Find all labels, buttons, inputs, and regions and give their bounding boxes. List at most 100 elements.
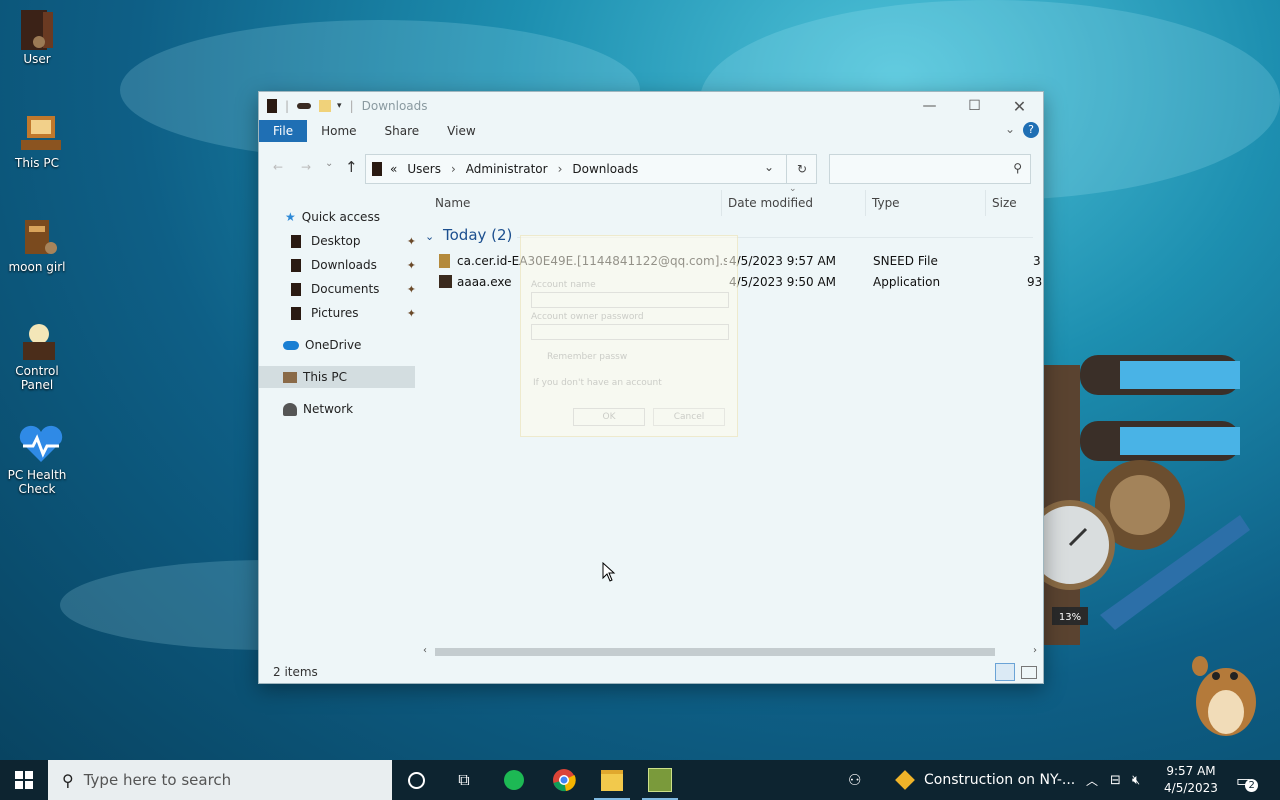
new-folder-icon[interactable] — [319, 100, 332, 112]
navigation-pane: ★ Quick access Desktop ✦ Downloads ✦ Doc… — [259, 198, 419, 653]
properties-icon[interactable] — [297, 103, 312, 109]
search-icon: ⚲ — [1013, 161, 1022, 175]
cloud-icon — [283, 340, 299, 350]
tab-home[interactable]: Home — [307, 120, 370, 142]
hamster-mascot[interactable] — [1186, 640, 1262, 740]
refresh-button[interactable]: ↻ — [786, 155, 817, 183]
window-app-icon — [267, 99, 277, 113]
sidebar-item-documents[interactable]: Documents ✦ — [291, 278, 416, 300]
desktop-icon-moon-girl[interactable]: moon girl — [4, 216, 70, 274]
windows-logo-icon — [15, 771, 33, 789]
action-center-button[interactable]: ▭ 2 — [1236, 760, 1259, 800]
start-button[interactable] — [0, 760, 48, 800]
group-header-label: Today (2) — [443, 226, 513, 244]
people-icon: ⚇ — [848, 771, 862, 789]
cortana-icon — [407, 771, 425, 789]
breadcrumb-downloads[interactable]: Downloads — [572, 162, 638, 176]
maximize-button[interactable]: ☐ — [952, 92, 997, 120]
horizontal-scrollbar[interactable]: ‹ › — [419, 645, 1043, 659]
sidebar-item-quick-access[interactable]: ★ Quick access — [285, 206, 380, 228]
expand-ribbon-icon[interactable]: ⌄ — [1005, 122, 1015, 136]
volume-status[interactable]: 🔇︎ — [1132, 760, 1140, 800]
network-status[interactable]: ⊟ — [1110, 760, 1121, 800]
pin-icon: ✦ — [406, 282, 416, 296]
customize-qat-icon[interactable]: ▾ — [337, 101, 342, 111]
breadcrumb-administrator[interactable]: Administrator — [466, 162, 548, 176]
computer-icon — [17, 112, 61, 152]
breadcrumb-separator-icon[interactable]: › — [451, 162, 456, 176]
people-button[interactable]: ⚇ — [848, 760, 861, 800]
sidebar-item-network[interactable]: Network — [283, 398, 353, 420]
title-bar[interactable]: | ▾ | Downloads — ☐ ✕ — [259, 92, 1043, 120]
lightbulb-icon — [17, 320, 57, 360]
computer-icon — [283, 371, 297, 383]
forward-button[interactable]: → — [301, 160, 311, 174]
task-view-button[interactable]: ⧉ — [440, 760, 488, 800]
large-icons-view-icon[interactable] — [1021, 666, 1037, 679]
address-bar[interactable]: « Users › Administrator › Downloads ⌄ ↻ — [365, 154, 817, 184]
sidebar-item-downloads[interactable]: Downloads ✦ — [291, 254, 416, 276]
desktop-icon-this-pc[interactable]: This PC — [4, 112, 70, 170]
star-icon: ★ — [285, 210, 296, 224]
window-title: Downloads — [361, 99, 428, 113]
breadcrumb-users[interactable]: Users — [407, 162, 441, 176]
folder-icon — [291, 282, 301, 296]
scroll-left-icon[interactable]: ‹ — [423, 645, 427, 656]
address-dropdown-icon[interactable]: ⌄ — [764, 160, 774, 174]
desktop-icon-label: User — [23, 52, 51, 66]
search-box[interactable]: ⚲ — [829, 154, 1031, 184]
file-date: 4/5/2023 9:57 AM — [729, 254, 837, 268]
taskbar-app-chrome[interactable] — [540, 760, 588, 800]
column-name[interactable]: Name — [429, 190, 719, 216]
chevron-up-icon: ︿ — [1086, 773, 1099, 788]
desktop-icon-user[interactable]: User — [4, 8, 70, 66]
desktop-icon-control-panel[interactable]: Control Panel — [4, 320, 70, 392]
sort-indicator-icon: ⌄ — [789, 184, 797, 194]
mouse-cursor-icon — [602, 562, 616, 582]
minimize-button[interactable]: — — [907, 92, 952, 120]
recent-locations-icon[interactable]: ⌄ — [325, 158, 333, 169]
column-type[interactable]: Type — [865, 190, 982, 216]
help-icon[interactable]: ? — [1023, 122, 1039, 138]
group-header-today[interactable]: ⌄ Today (2) — [425, 226, 512, 244]
news-widget[interactable]: Construction on NY-... — [895, 760, 1075, 800]
taskbar-search-box[interactable]: ⚲ Type here to search — [48, 760, 392, 800]
folder-icon — [291, 306, 301, 320]
column-size[interactable]: Size — [985, 190, 1042, 216]
scroll-right-icon[interactable]: › — [1033, 645, 1037, 656]
clock[interactable]: 9:57 AM 4/5/2023 — [1158, 760, 1224, 800]
folder-icon — [291, 234, 301, 248]
breadcrumb-overflow[interactable]: « — [390, 162, 397, 176]
chrome-icon — [553, 769, 576, 792]
search-input[interactable] — [830, 155, 1008, 183]
sidebar-item-desktop[interactable]: Desktop ✦ — [291, 230, 416, 252]
steampunk-gadget[interactable]: 13% — [1025, 345, 1260, 645]
taskbar: ⚲ Type here to search ⧉ ⚇ Construction o… — [0, 760, 1280, 800]
taskbar-app-sheets[interactable] — [490, 760, 538, 800]
tab-file[interactable]: File — [259, 120, 308, 142]
ghost-remember-label: Remember passw — [547, 352, 628, 362]
up-button[interactable]: ↑ — [345, 158, 358, 176]
sidebar-item-label: OneDrive — [305, 338, 362, 352]
sidebar-item-onedrive[interactable]: OneDrive — [283, 334, 361, 356]
desktop-icon-pc-health[interactable]: PC Health Check — [4, 424, 70, 496]
back-button[interactable]: ← — [273, 160, 283, 174]
scrollbar-thumb[interactable] — [435, 648, 995, 656]
file-date: 4/5/2023 9:50 AM — [729, 275, 837, 289]
file-type: SNEED File — [873, 254, 938, 268]
show-hidden-icons-button[interactable]: ︿ — [1086, 760, 1098, 800]
tab-view[interactable]: View — [433, 120, 489, 142]
breadcrumb-separator-icon[interactable]: › — [558, 162, 563, 176]
sidebar-item-pictures[interactable]: Pictures ✦ — [291, 302, 416, 324]
close-button[interactable]: ✕ — [997, 92, 1042, 120]
file-type: Application — [873, 275, 941, 289]
taskbar-app-game[interactable] — [636, 760, 684, 800]
taskbar-app-file-explorer[interactable] — [588, 760, 636, 800]
ghost-credentials-dialog: Account name Account owner password Reme… — [520, 235, 738, 437]
cortana-button[interactable] — [392, 760, 440, 800]
sidebar-item-this-pc[interactable]: This PC — [259, 366, 415, 388]
tab-share[interactable]: Share — [371, 120, 434, 142]
network-disconnected-icon: ⊟ — [1110, 772, 1121, 788]
sidebar-item-label: Downloads — [311, 258, 377, 272]
details-view-icon[interactable] — [995, 663, 1015, 681]
